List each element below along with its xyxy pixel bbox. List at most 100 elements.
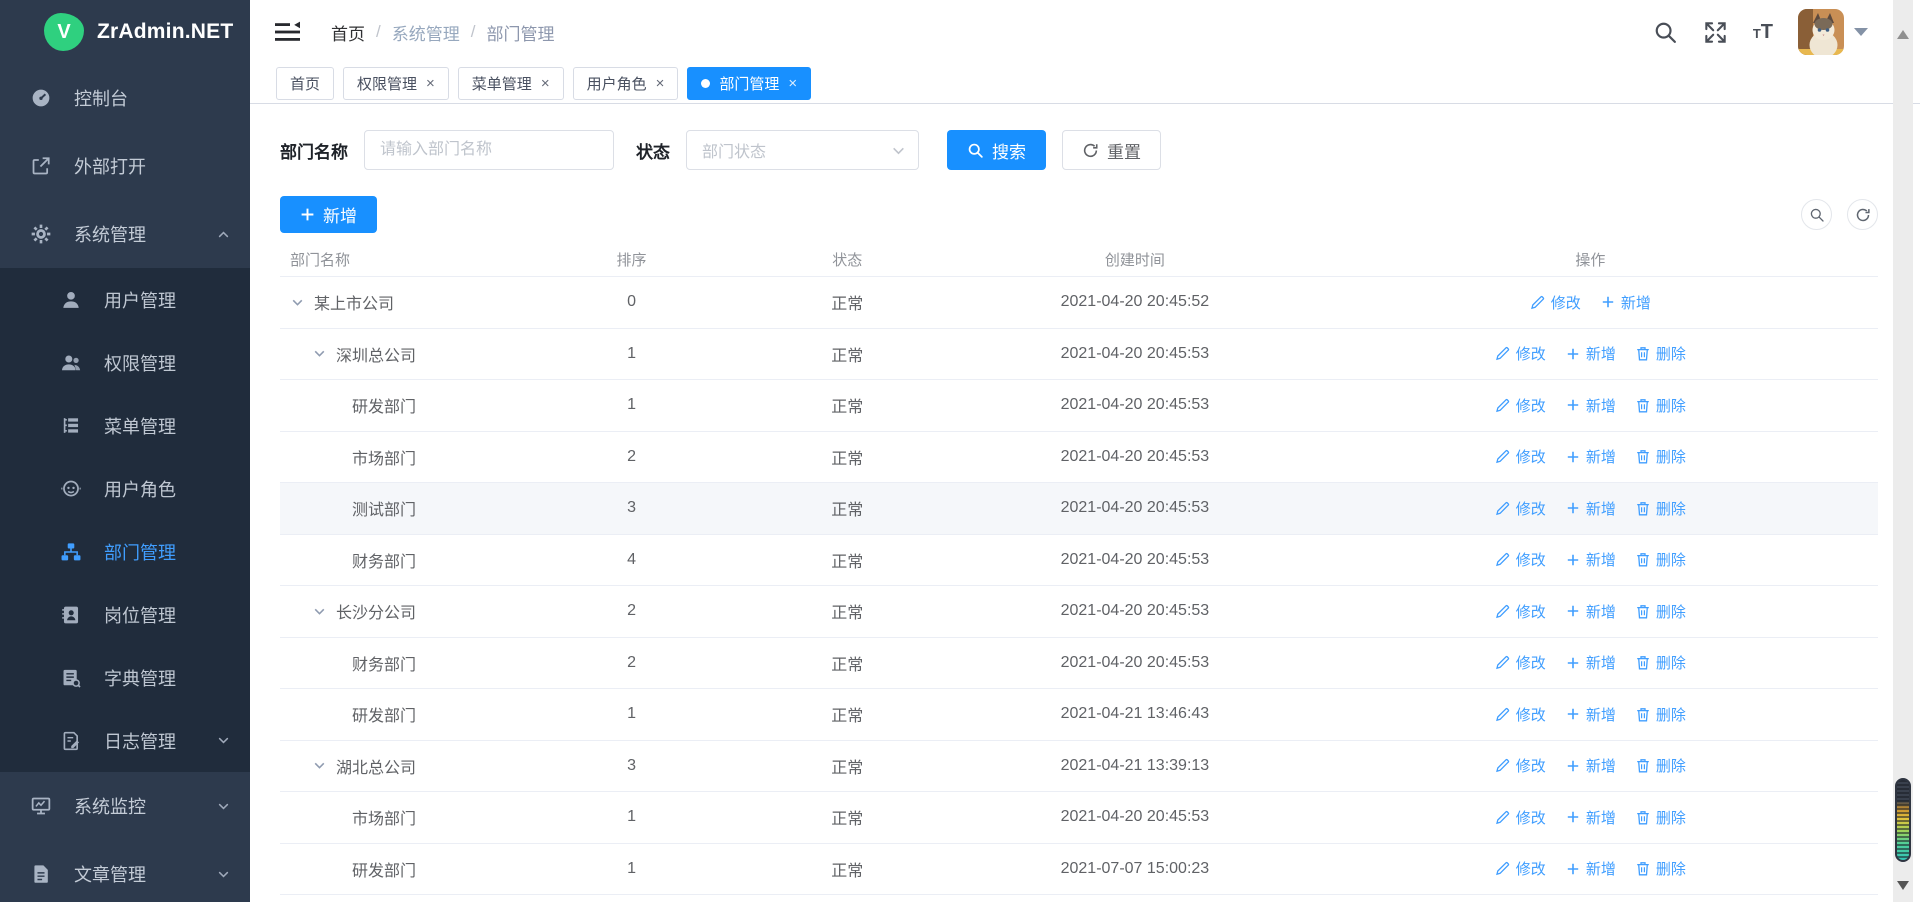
tab-department[interactable]: 部门管理 × bbox=[687, 67, 811, 100]
tab-role[interactable]: 用户角色× bbox=[573, 67, 679, 100]
add-link[interactable]: 新增 bbox=[1601, 292, 1651, 313]
dashboard-icon bbox=[30, 87, 52, 109]
add-link[interactable]: 新增 bbox=[1566, 446, 1616, 467]
sidebar-item-log-management[interactable]: 日志管理 bbox=[0, 709, 250, 772]
search-icon[interactable] bbox=[1653, 20, 1678, 45]
table-refresh-button[interactable] bbox=[1847, 199, 1878, 230]
add-link[interactable]: 新增 bbox=[1566, 858, 1616, 879]
scrollbar[interactable] bbox=[1893, 0, 1913, 902]
table-row[interactable]: 深圳总公司1正常2021-04-20 20:45:53修改新增删除 bbox=[280, 329, 1878, 381]
add-link[interactable]: 新增 bbox=[1566, 343, 1616, 364]
action-label: 删除 bbox=[1656, 343, 1686, 364]
sidebar-item-article-management[interactable]: 文章管理 bbox=[0, 840, 250, 902]
scroll-up-icon[interactable] bbox=[1897, 30, 1909, 39]
font-size-icon[interactable]: TT bbox=[1753, 22, 1773, 42]
sidebar-item-dictionary-management[interactable]: 字典管理 bbox=[0, 646, 250, 709]
plus-icon bbox=[1566, 553, 1580, 567]
scrollbar-thumb[interactable] bbox=[1895, 778, 1911, 862]
sidebar-item-system-management[interactable]: 系统管理 bbox=[0, 200, 250, 268]
delete-link[interactable]: 删除 bbox=[1636, 755, 1686, 776]
add-link[interactable]: 新增 bbox=[1566, 807, 1616, 828]
search-button[interactable]: 搜索 bbox=[947, 130, 1046, 170]
tab-home[interactable]: 首页 bbox=[276, 67, 334, 100]
table-row[interactable]: 财务部门2正常2021-04-20 20:45:53修改新增删除 bbox=[280, 638, 1878, 690]
sidebar-item-post-management[interactable]: 岗位管理 bbox=[0, 583, 250, 646]
fullscreen-icon[interactable] bbox=[1703, 20, 1728, 45]
reset-button[interactable]: 重置 bbox=[1062, 130, 1161, 170]
avatar[interactable] bbox=[1798, 9, 1844, 55]
edit-link[interactable]: 修改 bbox=[1495, 549, 1546, 570]
sidebar-item-menu-management[interactable]: 菜单管理 bbox=[0, 394, 250, 457]
edit-link[interactable]: 修改 bbox=[1495, 395, 1546, 416]
delete-link[interactable]: 删除 bbox=[1636, 704, 1686, 725]
table-row[interactable]: 研发部门1正常2021-04-21 13:46:43修改新增删除 bbox=[280, 689, 1878, 741]
edit-link[interactable]: 修改 bbox=[1495, 652, 1546, 673]
table-row[interactable]: 市场部门2正常2021-04-20 20:45:53修改新增删除 bbox=[280, 432, 1878, 484]
table-row[interactable]: 市场部门1正常2021-04-20 20:45:53修改新增删除 bbox=[280, 792, 1878, 844]
table-row[interactable]: 研发部门1正常2021-07-07 15:00:23修改新增删除 bbox=[280, 844, 1878, 896]
table-row[interactable]: 研发部门1正常2021-04-20 20:45:53修改新增删除 bbox=[280, 380, 1878, 432]
delete-link[interactable]: 删除 bbox=[1636, 395, 1686, 416]
user-menu[interactable] bbox=[1798, 9, 1868, 55]
close-icon[interactable]: × bbox=[541, 76, 550, 91]
edit-link[interactable]: 修改 bbox=[1495, 446, 1546, 467]
close-icon[interactable]: × bbox=[426, 76, 435, 91]
edit-link[interactable]: 修改 bbox=[1495, 601, 1546, 622]
edit-link[interactable]: 修改 bbox=[1495, 498, 1546, 519]
delete-link[interactable]: 删除 bbox=[1636, 858, 1686, 879]
add-link[interactable]: 新增 bbox=[1566, 601, 1616, 622]
edit-link[interactable]: 修改 bbox=[1495, 755, 1546, 776]
edit-link[interactable]: 修改 bbox=[1495, 807, 1546, 828]
menu-fold-icon[interactable] bbox=[274, 21, 301, 44]
expand-toggle-icon[interactable] bbox=[290, 295, 310, 310]
delete-link[interactable]: 删除 bbox=[1636, 549, 1686, 570]
add-link[interactable]: 新增 bbox=[1566, 704, 1616, 725]
expand-toggle-icon[interactable] bbox=[312, 346, 332, 361]
table-row[interactable]: 测试部门3正常2021-04-20 20:45:53修改新增删除 bbox=[280, 483, 1878, 535]
add-button[interactable]: 新增 bbox=[280, 196, 377, 233]
delete-link[interactable]: 删除 bbox=[1636, 807, 1686, 828]
expand-toggle-icon[interactable] bbox=[312, 758, 332, 773]
close-icon[interactable]: × bbox=[656, 76, 665, 91]
sidebar-item-dashboard[interactable]: 控制台 bbox=[0, 64, 250, 132]
tab-permission[interactable]: 权限管理× bbox=[343, 67, 449, 100]
dept-name-input[interactable] bbox=[364, 130, 614, 170]
edit-link[interactable]: 修改 bbox=[1530, 292, 1581, 313]
logo-row[interactable]: V ZrAdmin.NET bbox=[0, 0, 250, 64]
table-search-toggle-button[interactable] bbox=[1801, 199, 1832, 230]
delete-link[interactable]: 删除 bbox=[1636, 446, 1686, 467]
plus-icon bbox=[1566, 862, 1580, 876]
scroll-down-icon[interactable] bbox=[1897, 881, 1909, 890]
sidebar-item-user-role[interactable]: 用户角色 bbox=[0, 457, 250, 520]
breadcrumb-item[interactable]: 首页 bbox=[331, 20, 365, 45]
add-link[interactable]: 新增 bbox=[1566, 498, 1616, 519]
delete-link[interactable]: 删除 bbox=[1636, 601, 1686, 622]
table-row[interactable]: 某上市公司0正常2021-04-20 20:45:52修改新增 bbox=[280, 277, 1878, 329]
edit-link[interactable]: 修改 bbox=[1495, 343, 1546, 364]
tab-label: 部门管理 bbox=[719, 73, 779, 94]
sidebar-item-department-management[interactable]: 部门管理 bbox=[0, 520, 250, 583]
cell-dept-name: 市场部门 bbox=[280, 805, 536, 829]
add-link[interactable]: 新增 bbox=[1566, 395, 1616, 416]
sidebar-item-system-monitor[interactable]: 系统监控 bbox=[0, 772, 250, 840]
sidebar-item-user-management[interactable]: 用户管理 bbox=[0, 268, 250, 331]
sidebar-item-permission-management[interactable]: 权限管理 bbox=[0, 331, 250, 394]
delete-link[interactable]: 删除 bbox=[1636, 652, 1686, 673]
close-icon[interactable]: × bbox=[788, 76, 797, 91]
tab-menu[interactable]: 菜单管理× bbox=[458, 67, 564, 100]
edit-link[interactable]: 修改 bbox=[1495, 704, 1546, 725]
expand-toggle-icon[interactable] bbox=[312, 604, 332, 619]
edit-link[interactable]: 修改 bbox=[1495, 858, 1546, 879]
delete-link[interactable]: 删除 bbox=[1636, 498, 1686, 519]
table-row[interactable]: 财务部门4正常2021-04-20 20:45:53修改新增删除 bbox=[280, 535, 1878, 587]
add-link[interactable]: 新增 bbox=[1566, 755, 1616, 776]
sidebar-item-external-open[interactable]: 外部打开 bbox=[0, 132, 250, 200]
cell-created: 2021-04-20 20:45:53 bbox=[967, 602, 1303, 620]
delete-link[interactable]: 删除 bbox=[1636, 343, 1686, 364]
add-link[interactable]: 新增 bbox=[1566, 549, 1616, 570]
status-select[interactable]: 部门状态 bbox=[686, 130, 919, 170]
add-link[interactable]: 新增 bbox=[1566, 652, 1616, 673]
cell-status: 正常 bbox=[727, 599, 967, 623]
table-row[interactable]: 长沙分公司2正常2021-04-20 20:45:53修改新增删除 bbox=[280, 586, 1878, 638]
table-row[interactable]: 湖北总公司3正常2021-04-21 13:39:13修改新增删除 bbox=[280, 741, 1878, 793]
